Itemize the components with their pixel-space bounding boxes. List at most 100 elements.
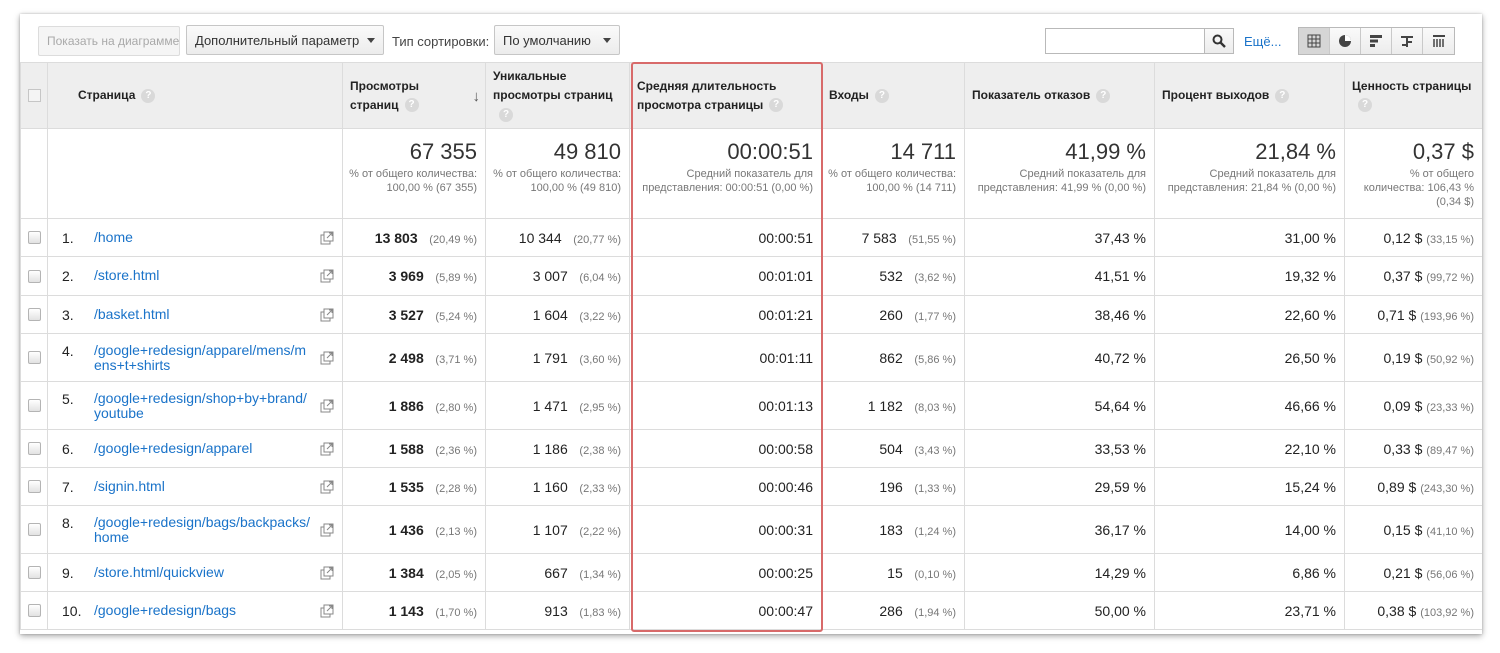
open-page-icon[interactable]: [320, 351, 334, 365]
exit-pct-value: 19,32 %: [1284, 268, 1336, 284]
page-link[interactable]: /google+redesign/bags: [94, 602, 312, 618]
page-link[interactable]: /google+redesign/apparel/mens/mens+t+shi…: [94, 342, 312, 373]
pageviews-value: 1 436: [388, 521, 424, 538]
unique-pageviews-value: 1 160: [532, 478, 568, 495]
row-checkbox[interactable]: [27, 480, 41, 493]
unique-pageviews-percent: (1,83 %): [579, 606, 621, 619]
open-page-icon[interactable]: [320, 308, 334, 322]
column-header-pageviews[interactable]: Просмотры страниц? ↓: [342, 62, 486, 129]
bounce-rate-cell: 29,59 %: [964, 467, 1155, 506]
row-checkbox[interactable]: [27, 442, 41, 455]
row-checkbox[interactable]: [27, 566, 41, 579]
row-checkbox[interactable]: [27, 308, 41, 321]
column-header-entrances[interactable]: Входы?: [821, 62, 965, 129]
unique-pageviews-cell: 1 186 (2,38 %): [485, 429, 630, 468]
total-value: 21,84 %: [1255, 139, 1336, 164]
row-select-cell: [20, 429, 48, 468]
page-link[interactable]: /google+redesign/shop+by+brand/youtube: [94, 390, 312, 421]
page-link[interactable]: /home: [94, 229, 312, 245]
column-header-page[interactable]: Страница?: [47, 62, 343, 129]
table-row: 1./home 13 803 (20,49 %) 10 344 (20,77 %) 0…: [20, 218, 1482, 257]
page-cell: 7. /signin.html: [47, 467, 343, 506]
column-header-exit-pct[interactable]: Процент выходов?: [1154, 62, 1345, 129]
page-link[interactable]: /google+redesign/bags/backpacks/home: [94, 514, 312, 545]
table-row: 8. /google+redesign/bags/backpacks/home 1 …: [20, 505, 1482, 554]
open-page-icon[interactable]: [320, 523, 334, 537]
open-page-icon[interactable]: [320, 566, 334, 580]
page-value-percent: (99,72 %): [1426, 272, 1474, 284]
page-value-percent: (33,15 %): [1426, 233, 1474, 246]
page-cell: 3. /basket.html: [47, 295, 343, 334]
select-all-checkbox[interactable]: [28, 89, 41, 102]
pageviews-percent: (1,70 %): [435, 606, 477, 619]
unique-pageviews-percent: (6,04 %): [579, 272, 621, 284]
page-value-value: 0,21 $: [1383, 564, 1423, 581]
row-checkbox[interactable]: [27, 399, 41, 412]
help-icon[interactable]: ?: [499, 107, 513, 122]
pivot-view-button[interactable]: [1423, 28, 1454, 54]
page-link[interactable]: /signin.html: [94, 478, 312, 494]
more-link[interactable]: Ещё...: [1244, 34, 1281, 49]
pie-view-button[interactable]: [1330, 28, 1361, 54]
pageviews-percent: (5,89 %): [435, 272, 477, 284]
column-header-avg-time[interactable]: Средняя длительность просмотра страницы?: [629, 62, 822, 129]
open-page-icon[interactable]: [320, 604, 334, 618]
table-view-button[interactable]: [1299, 28, 1330, 54]
secondary-dimension-label: Дополнительный параметр: [195, 32, 360, 48]
help-icon[interactable]: ?: [769, 98, 784, 113]
pageviews-value: 13 803: [374, 229, 418, 246]
help-icon[interactable]: ?: [141, 88, 156, 103]
comparison-view-button[interactable]: [1392, 28, 1423, 54]
entrances-percent: (5,86 %): [914, 353, 956, 366]
help-icon[interactable]: ?: [1096, 88, 1111, 103]
column-header-unique-pageviews[interactable]: Уникальные просмотры страниц?: [485, 62, 630, 129]
pageviews-cell: 13 803 (20,49 %): [342, 218, 486, 257]
help-icon[interactable]: ?: [1275, 88, 1290, 103]
show-on-chart-button[interactable]: Показать на диаграмме: [38, 26, 180, 56]
page-link[interactable]: /google+redesign/apparel: [94, 440, 312, 456]
entrances-cell: 286 (1,94 %): [821, 591, 965, 630]
open-page-icon[interactable]: [320, 399, 334, 413]
help-icon[interactable]: ?: [1358, 98, 1372, 113]
page-cell: 2. /store.html: [47, 256, 343, 296]
page-value-cell: 0,89 $ (243,30 %): [1344, 467, 1482, 506]
row-checkbox[interactable]: [27, 351, 41, 364]
entrances-percent: (3,43 %): [914, 444, 956, 457]
avg-time-cell: 00:00:31: [629, 505, 822, 554]
row-checkbox[interactable]: [27, 523, 41, 536]
page-link[interactable]: /basket.html: [94, 306, 312, 322]
column-label: Страница: [78, 88, 136, 102]
open-page-icon[interactable]: [320, 269, 334, 283]
entrances-percent: (1,77 %): [914, 310, 956, 323]
sort-type-dropdown[interactable]: По умолчанию: [494, 25, 620, 55]
pivot-table-icon: [1432, 35, 1445, 47]
table-header-row: Страница? Просмотры страниц? ↓ Уникальны…: [20, 62, 1482, 129]
column-header-bounce-rate[interactable]: Показатель отказов?: [964, 62, 1155, 129]
help-icon[interactable]: ?: [404, 98, 419, 113]
total-bounce-rate: 41,99 % Средний показатель для представле…: [964, 128, 1155, 219]
page-link[interactable]: /store.html/quickview: [94, 564, 312, 580]
pageviews-cell: 3 969 (5,89 %): [342, 256, 486, 296]
avg-time-cell: 00:00:51: [629, 218, 822, 257]
unique-pageviews-cell: 667 (1,34 %): [485, 553, 630, 592]
unique-pageviews-cell: 1 107 (2,22 %): [485, 505, 630, 554]
open-page-icon[interactable]: [320, 442, 334, 456]
secondary-dimension-dropdown[interactable]: Дополнительный параметр: [186, 25, 384, 55]
help-icon[interactable]: ?: [874, 88, 889, 103]
search-button[interactable]: [1204, 28, 1234, 54]
row-checkbox[interactable]: [27, 604, 41, 617]
page-value-percent: (103,92 %): [1420, 606, 1474, 619]
performance-view-button[interactable]: [1361, 28, 1392, 54]
page-value-percent: (243,30 %): [1420, 482, 1474, 495]
row-checkbox[interactable]: [27, 231, 41, 244]
exit-pct-cell: 15,24 %: [1154, 467, 1345, 506]
entrances-percent: (1,94 %): [914, 606, 956, 619]
page-value-value: 0,19 $: [1383, 349, 1423, 366]
page-link[interactable]: /store.html: [94, 268, 312, 283]
pageviews-percent: (5,24 %): [435, 310, 477, 323]
search-input[interactable]: [1045, 28, 1205, 54]
column-header-page-value[interactable]: Ценность страницы?: [1344, 62, 1482, 129]
open-page-icon[interactable]: [320, 480, 334, 494]
open-page-icon[interactable]: [320, 231, 334, 245]
row-checkbox[interactable]: [27, 269, 41, 283]
